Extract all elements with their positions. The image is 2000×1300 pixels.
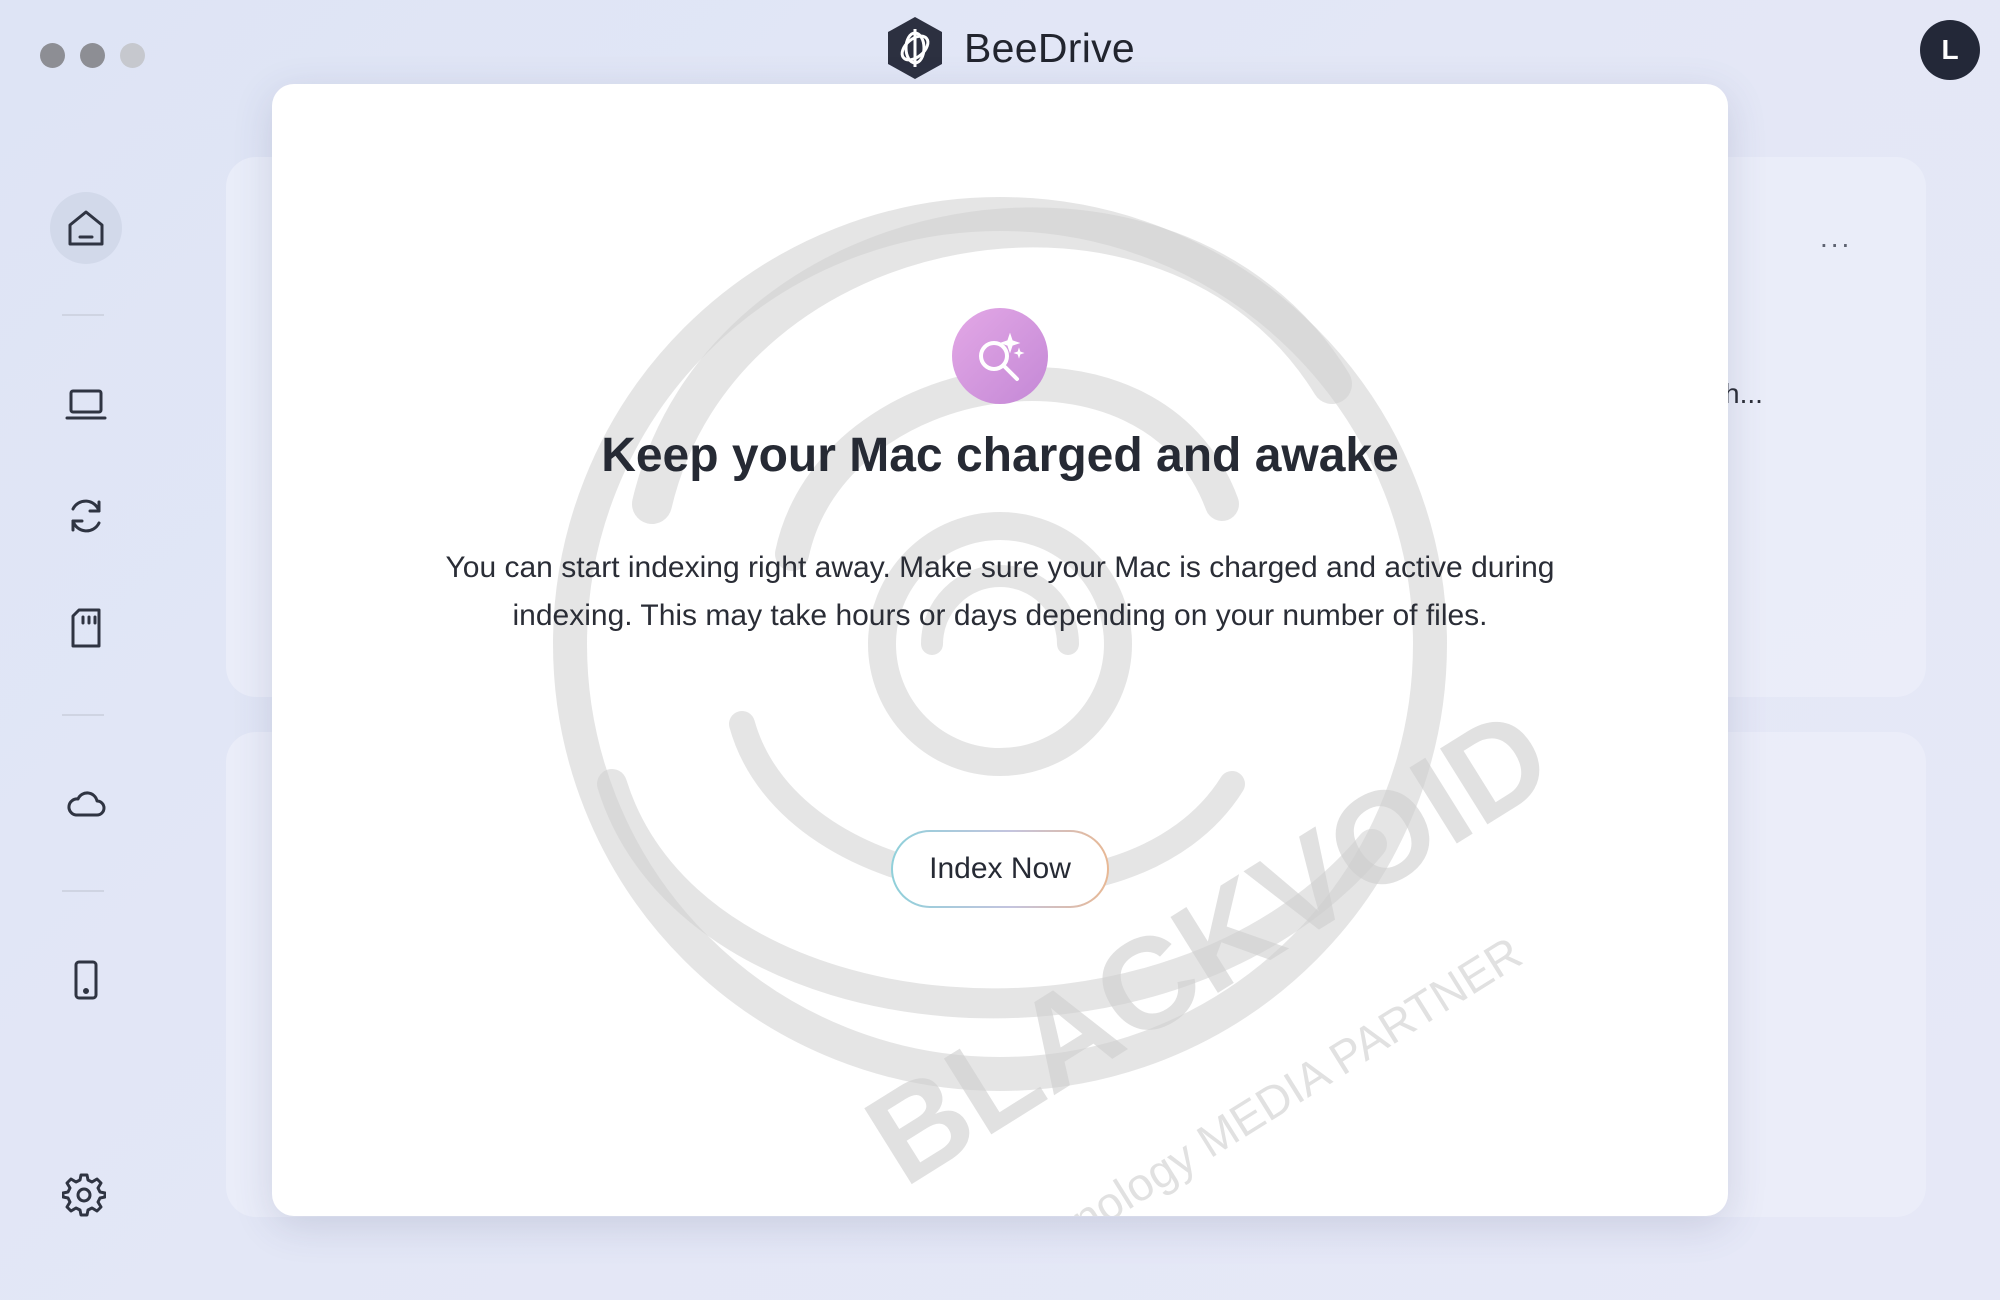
sync-icon	[71, 499, 101, 533]
app-title: BeeDrive	[964, 24, 1136, 71]
user-avatar[interactable]: L	[1920, 20, 1980, 80]
sidebar	[0, 0, 172, 1300]
beedrive-logo-icon	[888, 17, 942, 79]
background-text-snippet: h...	[1724, 378, 1763, 409]
sidebar-item-mobile[interactable]	[50, 944, 122, 1016]
cloud-icon	[67, 791, 106, 817]
indexing-dialog: BLACKVOID Synology MEDIA PARTNER Keep yo…	[272, 84, 1728, 1216]
sidebar-divider	[62, 314, 104, 316]
sidebar-item-external-storage[interactable]	[50, 592, 122, 664]
sd-card-icon	[71, 608, 101, 648]
watermark-brand: BLACKVOID	[842, 679, 1575, 1212]
phone-icon	[74, 960, 98, 1000]
sidebar-item-computer[interactable]	[50, 368, 122, 440]
sidebar-item-settings[interactable]	[48, 1159, 120, 1231]
sidebar-item-sync[interactable]	[50, 480, 122, 552]
watermark-partner: Synology MEDIA PARTNER	[1017, 926, 1531, 1216]
laptop-icon	[65, 389, 107, 420]
index-now-button[interactable]: Index Now	[891, 830, 1109, 908]
sidebar-divider	[62, 890, 104, 892]
sidebar-divider	[62, 714, 104, 716]
dialog-title: Keep your Mac charged and awake	[601, 429, 1399, 482]
more-options-button[interactable]: ...	[1820, 222, 1852, 254]
home-icon	[68, 210, 104, 246]
sidebar-item-cloud[interactable]	[50, 768, 122, 840]
search-sparkle-icon	[952, 308, 1048, 404]
sidebar-item-home[interactable]	[50, 192, 122, 264]
index-now-label: Index Now	[893, 832, 1107, 906]
blackvoid-watermark: BLACKVOID Synology MEDIA PARTNER	[553, 197, 1575, 1216]
dialog-body: You can start indexing right away. Make …	[445, 551, 1555, 632]
gear-icon	[62, 1173, 106, 1217]
app-brand: BeeDrive	[884, 15, 1135, 81]
